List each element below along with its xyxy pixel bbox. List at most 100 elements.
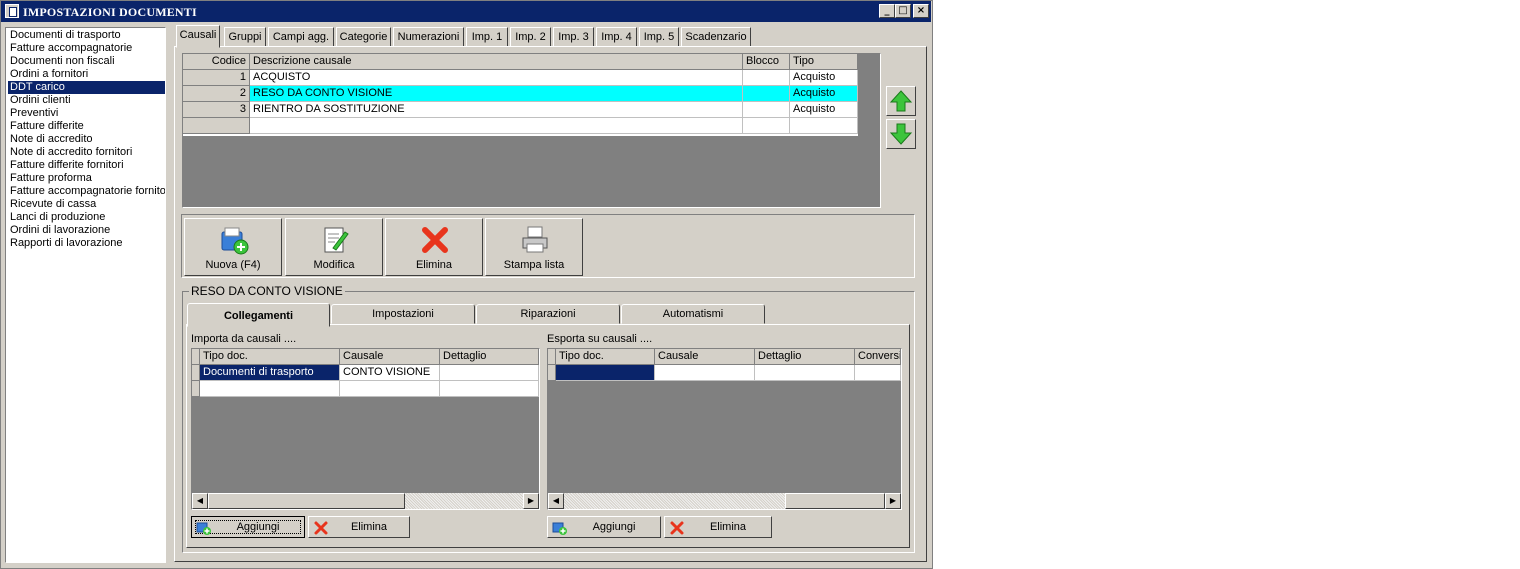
scroll-right-icon[interactable]: ▶: [523, 493, 539, 509]
tab-numerazioni[interactable]: Numerazioni: [393, 27, 464, 47]
doc-type-item[interactable]: Ordini clienti: [8, 94, 165, 107]
doc-type-item[interactable]: Preventivi: [8, 107, 165, 120]
column-header[interactable]: Dettaglio: [440, 349, 539, 365]
table-cell-codice[interactable]: 1: [183, 70, 250, 86]
table-cell[interactable]: [655, 365, 755, 381]
empty-cell[interactable]: [250, 118, 743, 134]
doc-type-item[interactable]: Fatture differite: [8, 120, 165, 133]
column-header[interactable]: Tipo doc.: [556, 349, 655, 365]
table-cell-blocco[interactable]: [743, 102, 790, 118]
row-indicator[interactable]: [192, 381, 200, 397]
export-add-button[interactable]: Aggiungi: [547, 516, 661, 538]
empty-cell[interactable]: [743, 118, 790, 134]
new-button[interactable]: Nuova (F4): [184, 218, 282, 276]
scroll-left-icon[interactable]: ◀: [192, 493, 208, 509]
maximize-button[interactable]: □: [895, 4, 911, 18]
empty-cell[interactable]: [183, 118, 250, 134]
export-grid[interactable]: Tipo doc. Causale Dettaglio Conversi: [548, 349, 901, 381]
doc-type-item[interactable]: Note di accredito fornitori: [8, 146, 165, 159]
table-cell-tipo[interactable]: Acquisto: [790, 70, 858, 86]
row-indicator[interactable]: [548, 365, 556, 381]
row-indicator-header[interactable]: [192, 349, 200, 365]
table-cell[interactable]: [855, 365, 901, 381]
column-header-descrizione[interactable]: Descrizione causale: [250, 54, 743, 70]
import-hscrollbar[interactable]: ◀ ▶: [192, 493, 539, 509]
import-add-button[interactable]: Aggiungi: [191, 516, 305, 538]
doc-type-item[interactable]: Note di accredito: [8, 133, 165, 146]
title-bar[interactable]: IMPOSTAZIONI DOCUMENTI: [1, 1, 931, 22]
table-cell-tipo[interactable]: Acquisto: [790, 102, 858, 118]
empty-cell[interactable]: [790, 118, 858, 134]
import-delete-button[interactable]: Elimina: [308, 516, 410, 538]
causali-grid[interactable]: Codice Descrizione causale Blocco Tipo 1 ACQU…: [183, 54, 858, 136]
table-cell[interactable]: [340, 381, 440, 397]
table-cell[interactable]: Documenti di trasporto: [200, 365, 340, 381]
table-cell-blocco[interactable]: [743, 70, 790, 86]
doc-type-item[interactable]: Lanci di produzione: [8, 211, 165, 224]
tab-categorie[interactable]: Categorie: [336, 27, 391, 47]
table-cell-codice[interactable]: 2: [183, 86, 250, 102]
subtab-collegamenti[interactable]: Collegamenti: [187, 303, 330, 327]
doc-type-item[interactable]: Fatture differite fornitori: [8, 159, 165, 172]
row-indicator[interactable]: [192, 365, 200, 381]
import-grid[interactable]: Tipo doc. Causale Dettaglio Documenti di tr…: [192, 349, 539, 397]
delete-button[interactable]: Elimina: [385, 218, 483, 276]
table-cell[interactable]: CONTO VISIONE: [340, 365, 440, 381]
doc-type-item[interactable]: Fatture proforma: [8, 172, 165, 185]
tab-campi-agg[interactable]: Campi agg.: [268, 27, 334, 47]
doc-type-item[interactable]: DDT carico: [8, 81, 165, 94]
table-cell[interactable]: [440, 381, 539, 397]
row-indicator-header[interactable]: [548, 349, 556, 365]
export-delete-button[interactable]: Elimina: [664, 516, 772, 538]
table-cell-descrizione[interactable]: RESO DA CONTO VISIONE: [250, 86, 743, 102]
doc-type-item[interactable]: Ordini di lavorazione: [8, 224, 165, 237]
column-header-tipo[interactable]: Tipo: [790, 54, 858, 70]
scroll-thumb[interactable]: [208, 493, 405, 509]
tab-imp-1[interactable]: Imp. 1: [466, 27, 508, 47]
scroll-right-icon[interactable]: ▶: [885, 493, 901, 509]
table-cell[interactable]: [755, 365, 855, 381]
tab-imp-5[interactable]: Imp. 5: [639, 27, 679, 47]
table-cell[interactable]: [200, 381, 340, 397]
tab-gruppi[interactable]: Gruppi: [224, 27, 266, 47]
subtab-impostazioni[interactable]: Impostazioni: [331, 304, 475, 324]
scroll-thumb[interactable]: [785, 493, 885, 509]
minimize-button[interactable]: _: [879, 4, 895, 18]
edit-button[interactable]: Modifica: [285, 218, 383, 276]
print-list-button[interactable]: Stampa lista: [485, 218, 583, 276]
tab-scadenzario[interactable]: Scadenzario: [681, 27, 751, 47]
table-cell[interactable]: [556, 365, 655, 381]
doc-type-item[interactable]: Documenti non fiscali: [8, 55, 165, 68]
column-header[interactable]: Tipo doc.: [200, 349, 340, 365]
table-cell-codice[interactable]: 3: [183, 102, 250, 118]
doc-type-item[interactable]: Rapporti di lavorazione: [8, 237, 165, 250]
subtab-automatismi[interactable]: Automatismi: [621, 304, 765, 324]
table-cell-descrizione[interactable]: ACQUISTO: [250, 70, 743, 86]
table-cell-descrizione[interactable]: RIENTRO DA SOSTITUZIONE: [250, 102, 743, 118]
close-button[interactable]: ×: [913, 4, 929, 18]
table-cell[interactable]: [440, 365, 539, 381]
subtab-riparazioni[interactable]: Riparazioni: [476, 304, 620, 324]
export-hscrollbar[interactable]: ◀ ▶: [548, 493, 901, 509]
column-header[interactable]: Causale: [655, 349, 755, 365]
column-header[interactable]: Causale: [340, 349, 440, 365]
column-header[interactable]: Conversi: [855, 349, 901, 365]
doc-type-item[interactable]: Ordini a fornitori: [8, 68, 165, 81]
column-header[interactable]: Dettaglio: [755, 349, 855, 365]
tab-imp-2[interactable]: Imp. 2: [510, 27, 551, 47]
table-cell-blocco[interactable]: [743, 86, 790, 102]
move-down-button[interactable]: [886, 119, 916, 149]
tab-causali[interactable]: Causali: [176, 25, 220, 48]
doc-type-list[interactable]: Documenti di trasporto Fatture accompagna…: [5, 27, 166, 563]
doc-type-item[interactable]: Fatture accompagnatorie fornitori: [8, 185, 165, 198]
tab-imp-4[interactable]: Imp. 4: [596, 27, 637, 47]
tab-imp-3[interactable]: Imp. 3: [553, 27, 594, 47]
scroll-left-icon[interactable]: ◀: [548, 493, 564, 509]
column-header-codice[interactable]: Codice: [183, 54, 250, 70]
doc-type-item[interactable]: Ricevute di cassa: [8, 198, 165, 211]
doc-type-item[interactable]: Fatture accompagnatorie: [8, 42, 165, 55]
column-header-blocco[interactable]: Blocco: [743, 54, 790, 70]
table-cell-tipo[interactable]: Acquisto: [790, 86, 858, 102]
move-up-button[interactable]: [886, 86, 916, 116]
doc-type-item[interactable]: Documenti di trasporto: [8, 29, 165, 42]
